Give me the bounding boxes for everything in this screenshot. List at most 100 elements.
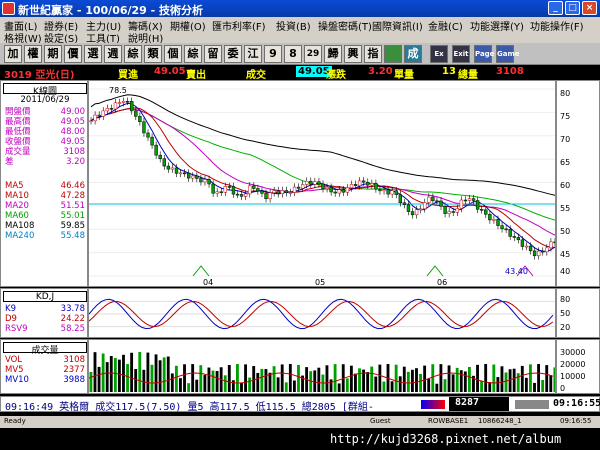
- volume-bar: [480, 380, 484, 392]
- toolbar-button-8[interactable]: 8: [284, 45, 302, 63]
- toolbar-button-composite-2[interactable]: 綜: [184, 45, 202, 63]
- volume-bar: [378, 364, 382, 392]
- toolbar-button-game[interactable]: Game: [496, 45, 520, 63]
- vol-value: 13: [442, 66, 456, 77]
- candle-body: [362, 180, 366, 183]
- menu-international[interactable]: 國際資訊(I): [372, 18, 423, 33]
- volume-bar: [419, 373, 422, 392]
- close-button[interactable]: ×: [582, 1, 597, 15]
- menu-forex[interactable]: 匯市利率(F): [212, 18, 266, 33]
- candle-body: [117, 102, 122, 104]
- toolbar-button-exit[interactable]: Exit: [452, 45, 470, 63]
- maximize-button[interactable]: □: [565, 1, 580, 15]
- volume-bar: [199, 365, 203, 392]
- toolbar-button-deal[interactable]: 成: [404, 45, 422, 63]
- toolbar-button-page[interactable]: Page: [474, 45, 494, 63]
- toolbar-button-note[interactable]: 留: [204, 45, 222, 63]
- toolbar-button-price[interactable]: 價: [64, 45, 82, 63]
- rowbase-text: ROWBASE1: [428, 417, 469, 425]
- candle-body: [496, 219, 500, 226]
- candle-body: [382, 189, 386, 192]
- toolbar-button-indicator[interactable]: 指: [364, 45, 382, 63]
- volume-bar: [476, 364, 479, 392]
- toolbar-button-week[interactable]: 週: [104, 45, 122, 63]
- menu-function-op[interactable]: 功能操作(F): [530, 18, 584, 33]
- volume-tick: 0: [560, 384, 566, 393]
- volume-bar: [492, 364, 496, 392]
- volume-bar: [105, 362, 109, 392]
- toolbar-button-29[interactable]: 29: [304, 45, 322, 63]
- menu-finance[interactable]: 金融(C): [428, 18, 463, 33]
- candle-body: [378, 188, 382, 192]
- menu-options[interactable]: 期權(O): [170, 18, 206, 33]
- candle-body: [121, 101, 126, 103]
- volume-bar: [549, 375, 553, 392]
- volume-bar: [423, 365, 427, 392]
- kline-low-row: 最低價 48.00: [5, 127, 85, 137]
- toolbar-button-stock[interactable]: 個: [164, 45, 182, 63]
- menu-trading-code[interactable]: 操盤密碼(T): [318, 18, 372, 33]
- volume-bar: [150, 364, 154, 392]
- candle-body: [374, 183, 378, 190]
- window-status-bar: Ready Guest ROWBASE1 10866248_1 09:16:55: [0, 416, 600, 428]
- candle-body: [410, 211, 415, 216]
- volume-bar: [512, 368, 516, 392]
- quote-info-bar: 3019 亞光(日) 買進 49.05 賣出 成交 49.05 漲跌 3.20 …: [0, 66, 600, 81]
- candle-body: [549, 241, 553, 249]
- kd-legend-panel: KD,J K9 33.78 D9 24.22 RSV9 58.25: [0, 288, 88, 338]
- volume-bar: [402, 366, 406, 392]
- candle-body: [150, 136, 154, 146]
- volume-bar: [297, 364, 300, 392]
- kline-chart[interactable]: 04 05 06 78.5 43.40: [88, 80, 556, 287]
- volume-bar: [313, 370, 317, 392]
- toolbar-button-order[interactable]: 委: [224, 45, 242, 63]
- candle-body: [256, 188, 260, 192]
- kline-date: 2011/06/29: [20, 95, 70, 105]
- candle-body: [423, 202, 427, 210]
- toolbar-button-prosper[interactable]: 興: [344, 45, 362, 63]
- candle-body: [300, 184, 305, 189]
- toolbar-button-futures[interactable]: 期: [44, 45, 62, 63]
- month-marker: [426, 265, 444, 277]
- mv5-row: MV5 2377: [5, 365, 85, 375]
- group-color-bar: [421, 400, 445, 409]
- volume-chart[interactable]: [88, 339, 556, 394]
- price-tick: 65: [560, 158, 571, 167]
- user-text: Guest: [370, 417, 391, 425]
- volume-tick: 10000: [560, 372, 586, 381]
- volume-bar: [272, 366, 276, 392]
- kd-chart[interactable]: [88, 288, 556, 338]
- candle-body: [439, 200, 443, 207]
- candle-body: [349, 184, 354, 189]
- volume-bar: [288, 364, 292, 392]
- volume-bar: [117, 359, 121, 392]
- candle-body: [162, 158, 166, 167]
- toolbar-button-warrant[interactable]: 權: [24, 45, 42, 63]
- toolbar-button-category[interactable]: 類: [144, 45, 162, 63]
- volume-bar: [158, 360, 162, 392]
- toolbar-button-index[interactable]: 加: [4, 45, 22, 63]
- volume-bar: [317, 367, 321, 392]
- candle-body: [520, 239, 525, 247]
- menu-function-select[interactable]: 功能選擇(Y): [470, 18, 524, 33]
- candle-body: [406, 204, 411, 212]
- volume-bar: [398, 376, 402, 392]
- toolbar-button-9[interactable]: 9: [264, 45, 282, 63]
- toolbar-button-composite[interactable]: 綜: [124, 45, 142, 63]
- volume-bar: [162, 357, 166, 392]
- toolbar-button-graph[interactable]: [384, 45, 402, 63]
- volume-bar: [256, 372, 260, 392]
- ma10-line: [90, 107, 555, 248]
- candle-body: [484, 209, 488, 215]
- candle-body: [219, 191, 223, 194]
- session-code: 10866248_1: [478, 417, 522, 425]
- toolbar-button-select[interactable]: 選: [84, 45, 102, 63]
- menu-invest[interactable]: 投資(B): [276, 18, 311, 33]
- clock: 09:16:55: [553, 398, 600, 409]
- candle-body: [545, 247, 549, 253]
- toolbar-button-return[interactable]: 歸: [324, 45, 342, 63]
- toolbar-button-river[interactable]: 江: [244, 45, 262, 63]
- minimize-button[interactable]: _: [548, 1, 563, 15]
- toolbar-button-ex[interactable]: Ex: [430, 45, 448, 63]
- volume-bar: [504, 372, 508, 392]
